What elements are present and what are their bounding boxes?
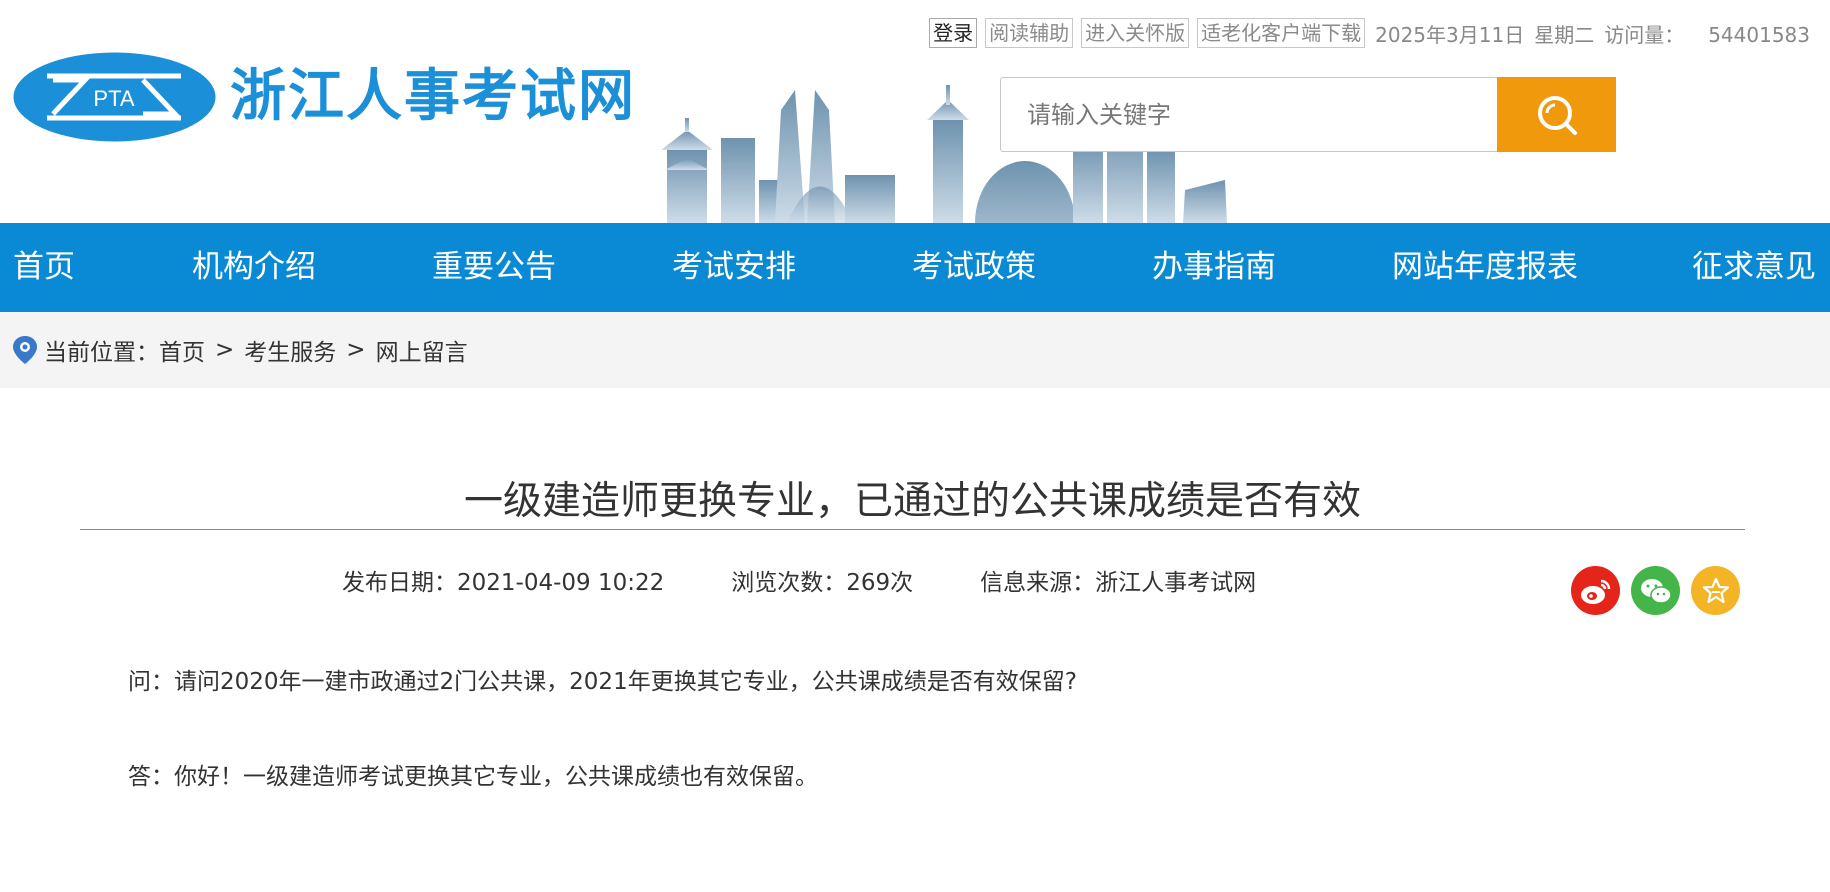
breadcrumb-separator: > <box>215 337 235 363</box>
favorite-icon <box>1702 577 1729 603</box>
breadcrumb-home[interactable]: 首页 <box>159 333 205 367</box>
article-meta: 发布日期：2021-04-09 10:22 浏览次数：269次 信息来源：浙江人… <box>342 563 1323 597</box>
article-title: 一级建造师更换专业，已通过的公共课成绩是否有效 <box>463 479 1361 524</box>
login-link[interactable]: 登录 <box>929 18 978 48</box>
share-favorite-button[interactable] <box>1691 566 1740 615</box>
breadcrumb: 当前位置： 首页 > 考生服务 > 网上留言 <box>0 312 1830 388</box>
reading-assist-link[interactable]: 阅读辅助 <box>985 18 1074 48</box>
site-header: PTA 浙江人事考试网 登录 阅读辅助 进入关怀版 适老化客户端下载 2025年… <box>0 0 1830 223</box>
search-box <box>1000 77 1616 152</box>
search-icon <box>1537 95 1577 135</box>
nav-exam-schedule[interactable]: 考试安排 <box>672 223 796 312</box>
info-source: 信息来源：浙江人事考试网 <box>980 570 1257 596</box>
wechat-icon <box>1640 578 1672 604</box>
share-wechat-button[interactable] <box>1631 566 1680 615</box>
top-info: 2025年3月11日 星期二 访问量： 54401583 <box>1375 19 1810 48</box>
question-text: 问：请问2020年一建市政通过2门公共课，2021年更换其它专业，公共课成绩是否… <box>128 669 1077 695</box>
share-weibo-button[interactable] <box>1571 566 1620 615</box>
top-links-bar: 登录 阅读辅助 进入关怀版 适老化客户端下载 2025年3月11日 星期二 访问量：… <box>929 18 1810 48</box>
site-logo[interactable]: PTA 浙江人事考试网 <box>13 52 636 142</box>
logo-abbr: PTA <box>93 86 134 111</box>
breadcrumb-separator: > <box>346 337 366 363</box>
location-pin-icon <box>13 336 37 364</box>
visit-label: 访问量： <box>1604 22 1685 47</box>
search-input[interactable] <box>1000 77 1497 152</box>
nav-annual-report[interactable]: 网站年度报表 <box>1392 223 1578 312</box>
breadcrumb-label: 当前位置： <box>44 340 159 366</box>
weibo-icon <box>1580 579 1610 604</box>
nav-about[interactable]: 机构介绍 <box>192 223 316 312</box>
current-date: 2025年3月11日 <box>1375 22 1525 47</box>
visit-count: 54401583 <box>1708 22 1810 47</box>
search-button[interactable] <box>1497 77 1616 152</box>
publish-date: 发布日期：2021-04-09 10:22 <box>342 570 665 596</box>
breadcrumb-online-message[interactable]: 网上留言 <box>376 333 468 367</box>
elderly-app-download-link[interactable]: 适老化客户端下载 <box>1197 18 1366 48</box>
view-count: 浏览次数：269次 <box>731 570 914 596</box>
main-nav: 首页 机构介绍 重要公告 考试安排 考试政策 办事指南 网站年度报表 征求意见 <box>0 223 1830 312</box>
nav-feedback[interactable]: 征求意见 <box>1692 223 1816 312</box>
site-name: 浙江人事考试网 <box>230 64 636 129</box>
share-bar <box>1571 566 1751 615</box>
pta-logo-icon: PTA <box>13 52 216 142</box>
nav-exam-policy[interactable]: 考试政策 <box>912 223 1036 312</box>
current-weekday: 星期二 <box>1534 22 1595 47</box>
answer-text: 答：你好！一级建造师考试更换其它专业，公共课成绩也有效保留。 <box>128 764 818 790</box>
title-divider <box>80 529 1745 530</box>
nav-home[interactable]: 首页 <box>13 223 75 312</box>
care-version-link[interactable]: 进入关怀版 <box>1081 18 1190 48</box>
nav-service-guide[interactable]: 办事指南 <box>1152 223 1276 312</box>
nav-announcements[interactable]: 重要公告 <box>432 223 556 312</box>
breadcrumb-candidate-services[interactable]: 考生服务 <box>244 333 336 367</box>
